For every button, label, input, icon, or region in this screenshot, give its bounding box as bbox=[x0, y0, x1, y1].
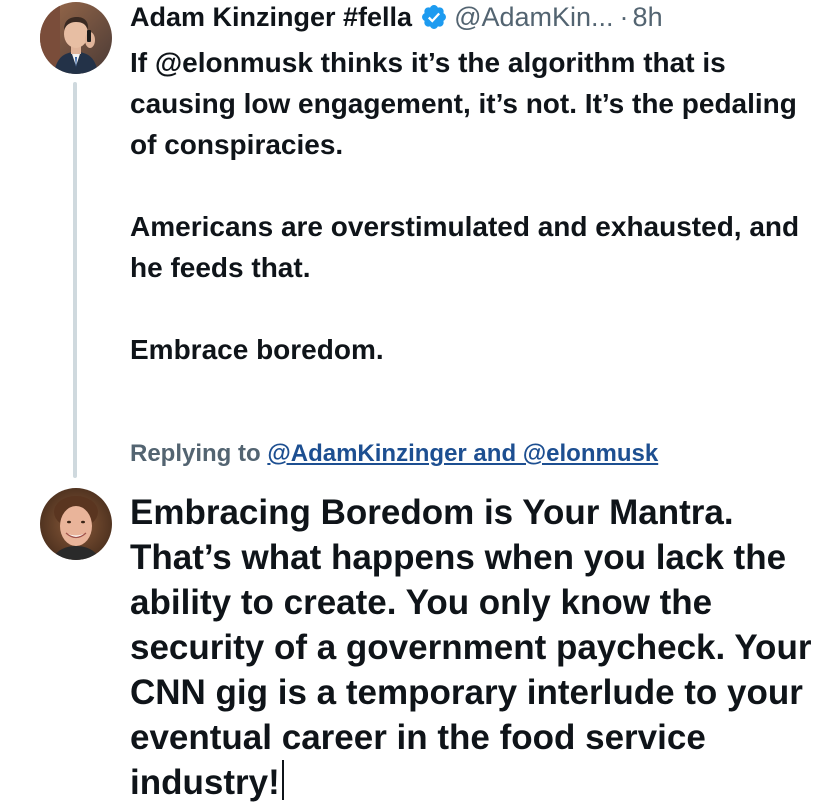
header-separator: · bbox=[619, 2, 629, 32]
original-tweet-text: If @elonmusk thinks it’s the algorithm t… bbox=[130, 42, 800, 370]
original-tweet-header: Adam Kinzinger #fella @AdamKin... · 8h bbox=[130, 0, 663, 34]
reply-author-avatar[interactable] bbox=[40, 488, 112, 560]
tweet-paragraph: Embrace boredom. bbox=[130, 334, 384, 365]
reply-tweet-text[interactable]: Embracing Boredom is Your Mantra. That’s… bbox=[130, 490, 820, 805]
text-cursor-caret bbox=[281, 760, 284, 800]
reply-text-content: Embracing Boredom is Your Mantra. That’s… bbox=[130, 493, 812, 802]
replying-to-line: Replying to @AdamKinzinger and @elonmusk bbox=[130, 436, 658, 472]
verified-badge-icon bbox=[422, 5, 447, 29]
author-handle[interactable]: @AdamKin... bbox=[454, 0, 613, 34]
tweet-timestamp[interactable]: 8h bbox=[633, 0, 663, 34]
profile-photo-man-in-suit-icon bbox=[40, 2, 112, 74]
replying-to-mentions-link[interactable]: @AdamKinzinger and @elonmusk bbox=[267, 440, 658, 467]
author-display-name[interactable]: Adam Kinzinger #fella bbox=[130, 0, 412, 34]
thread-connector-line bbox=[73, 82, 77, 478]
original-tweet-avatar[interactable] bbox=[40, 2, 112, 74]
tweet-paragraph: If @elonmusk thinks it’s the algorithm t… bbox=[130, 47, 797, 160]
replying-to-label: Replying to bbox=[130, 440, 261, 467]
profile-photo-smiling-man-icon bbox=[40, 488, 112, 560]
tweet-paragraph: Americans are overstimulated and exhaust… bbox=[130, 211, 800, 283]
